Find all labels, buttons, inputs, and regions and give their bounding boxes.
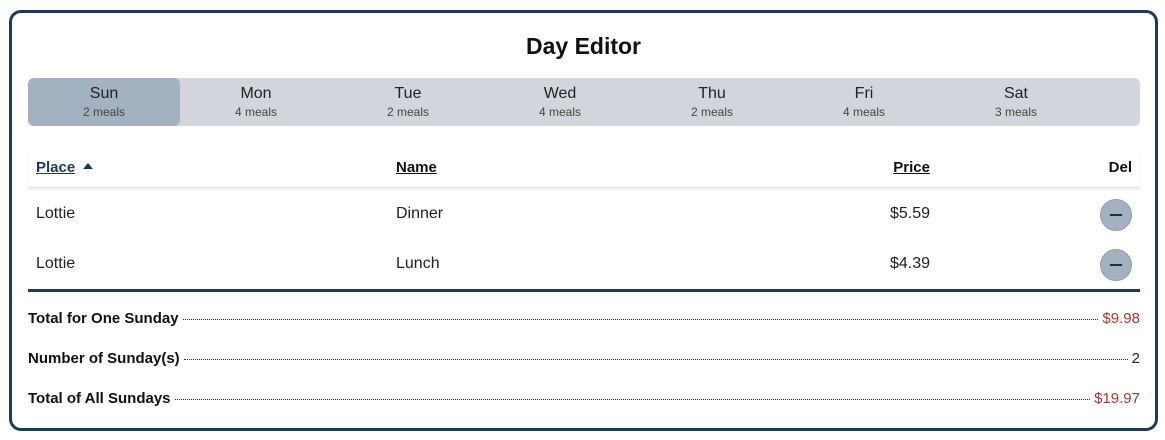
- tab-meal-count: 2 meals: [690, 105, 734, 119]
- tab-day-label: Sun: [89, 85, 119, 102]
- tab-sat[interactable]: Sat 3 meals: [940, 78, 1092, 126]
- summary-label: Total of All Sundays: [28, 390, 171, 407]
- tab-meal-count: 3 meals: [994, 105, 1038, 119]
- day-editor-card: Day Editor Sun 2 meals Mon 4 meals Tue 2…: [9, 10, 1158, 431]
- column-header-del: Del: [1108, 159, 1132, 176]
- tab-fri[interactable]: Fri 4 meals: [788, 78, 940, 126]
- tab-meal-count: 4 meals: [234, 105, 278, 119]
- tab-day-label: Wed: [543, 85, 577, 102]
- summary-day-count: Number of Sunday(s) 2: [28, 350, 1140, 370]
- tab-meal-count: 4 meals: [538, 105, 582, 119]
- page-title: Day Editor: [525, 33, 642, 59]
- tab-day-label: Sat: [1003, 85, 1028, 102]
- minus-icon: [1110, 214, 1122, 216]
- cell-name: Dinner: [396, 205, 444, 222]
- tab-mon[interactable]: Mon 4 meals: [180, 78, 332, 126]
- tab-sun[interactable]: Sun 2 meals: [28, 78, 180, 126]
- table-row: Lottie Lunch $4.39: [28, 240, 1140, 290]
- summary-label: Number of Sunday(s): [28, 350, 180, 367]
- column-header-place[interactable]: Place: [36, 159, 94, 176]
- tab-meal-count: 4 meals: [842, 105, 886, 119]
- leader-dots: [182, 319, 1099, 320]
- summary-total-all-days: Total of All Sundays $19.97: [28, 390, 1140, 410]
- tab-day-label: Fri: [854, 85, 874, 102]
- tab-thu[interactable]: Thu 2 meals: [636, 78, 788, 126]
- summary-label: Total for One Sunday: [28, 310, 179, 327]
- tab-wed[interactable]: Wed 4 meals: [484, 78, 636, 126]
- summary-value: $19.97: [1094, 390, 1140, 407]
- tab-day-label: Mon: [240, 85, 272, 102]
- leader-dots: [174, 399, 1091, 400]
- cell-place: Lottie: [36, 255, 76, 272]
- column-header-price[interactable]: Price: [893, 159, 930, 176]
- tab-meal-count: 2 meals: [386, 105, 430, 119]
- column-header-label: Place: [36, 159, 76, 176]
- tab-day-label: Tue: [394, 85, 422, 102]
- cell-place: Lottie: [36, 205, 76, 222]
- cell-name: Lunch: [396, 255, 440, 272]
- minus-icon: [1110, 264, 1122, 266]
- table-header: Place Name Price Del: [28, 150, 1140, 188]
- sort-ascending-icon: [83, 163, 94, 169]
- delete-row-button[interactable]: [1100, 249, 1132, 281]
- summary-divider: [28, 289, 1140, 292]
- tab-day-label: Thu: [698, 85, 726, 102]
- cell-price: $5.59: [889, 205, 930, 222]
- leader-dots: [183, 359, 1128, 360]
- summary-value: 2: [1131, 350, 1140, 367]
- column-header-name[interactable]: Name: [396, 159, 437, 176]
- tab-tue[interactable]: Tue 2 meals: [332, 78, 484, 126]
- cell-price: $4.39: [889, 255, 930, 272]
- delete-row-button[interactable]: [1100, 199, 1132, 231]
- summary-value: $9.98: [1102, 310, 1140, 327]
- day-tabs: Sun 2 meals Mon 4 meals Tue 2 meals Wed …: [28, 78, 1140, 126]
- summary-total-one-day: Total for One Sunday $9.98: [28, 310, 1140, 330]
- table-row: Lottie Dinner $5.59: [28, 190, 1140, 240]
- tab-meal-count: 2 meals: [82, 105, 126, 119]
